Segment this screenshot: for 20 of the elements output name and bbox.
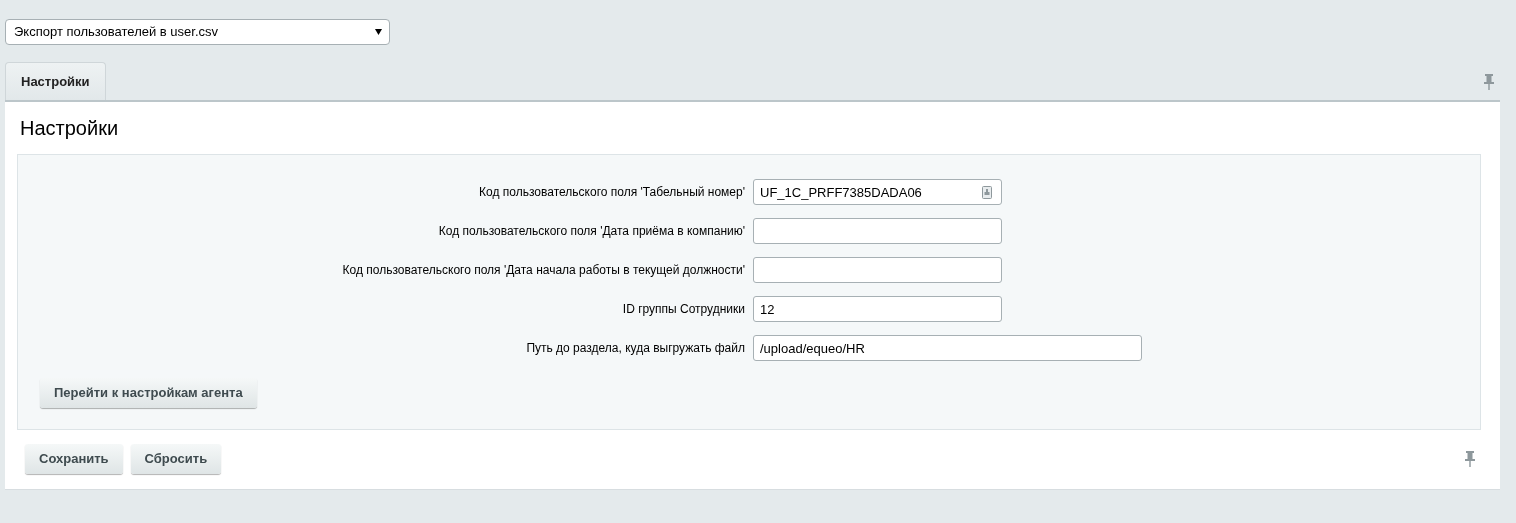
agent-settings-button[interactable]: Перейти к настройкам агента bbox=[40, 378, 257, 408]
panel-title: Настройки bbox=[20, 116, 120, 140]
reset-button[interactable]: Сбросить bbox=[130, 444, 222, 474]
input-field[interactable]: 12 bbox=[753, 296, 1002, 322]
field-label: Код пользовательского поля 'Табельный номер' bbox=[478, 184, 746, 201]
input-field[interactable] bbox=[753, 257, 1002, 283]
settings-tab[interactable]: Настройки bbox=[5, 62, 106, 100]
pin-icon[interactable] bbox=[1484, 74, 1494, 90]
card-icon[interactable] bbox=[982, 186, 992, 199]
field-label: Код пользовательского поля 'Дата приёма в компанию' bbox=[437, 223, 746, 240]
input-field[interactable]: UF_1C_PRFF7385DADA06 bbox=[753, 179, 1002, 205]
input-field[interactable] bbox=[753, 218, 1002, 244]
field-label: ID группы Сотрудники bbox=[621, 301, 746, 318]
profile-select[interactable]: Экспорт пользователей в user.csv bbox=[5, 19, 390, 45]
field-label: Путь до раздела, куда выгружать файл bbox=[525, 340, 746, 357]
pin-icon[interactable] bbox=[1465, 451, 1475, 467]
caret-icon bbox=[375, 29, 382, 35]
input-field[interactable]: /upload/equeo/HR bbox=[753, 335, 1142, 361]
field-label: Код пользовательского поля 'Дата начала работы в текущей должности' bbox=[341, 262, 746, 279]
save-button[interactable]: Сохранить bbox=[25, 444, 123, 474]
